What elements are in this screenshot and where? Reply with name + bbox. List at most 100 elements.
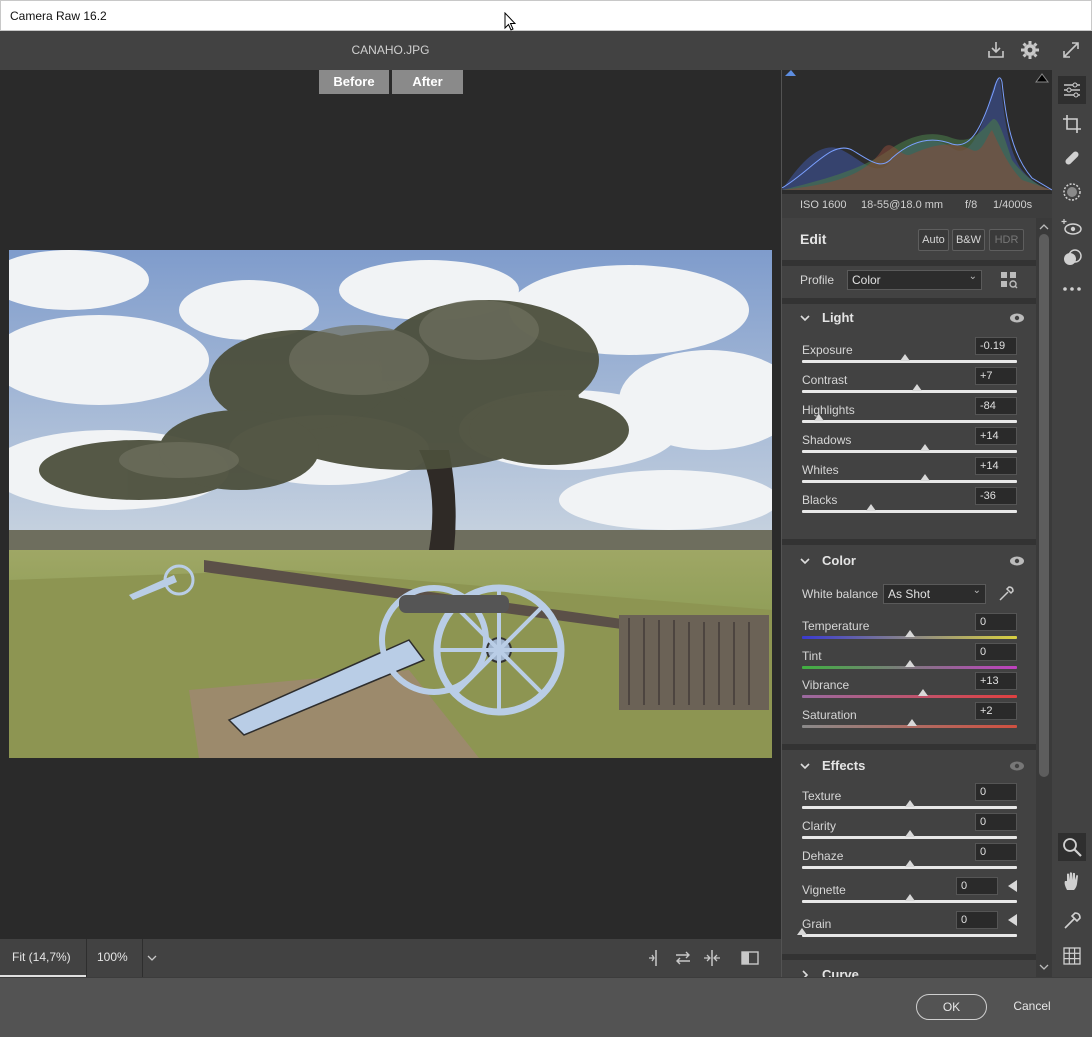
- slider-label: Contrast: [802, 373, 848, 387]
- slider-thumb[interactable]: [904, 830, 915, 837]
- swap-icon[interactable]: [673, 948, 693, 968]
- eye-icon[interactable]: [1009, 312, 1025, 324]
- export-icon[interactable]: [986, 40, 1006, 60]
- bw-button[interactable]: B&W: [952, 229, 985, 251]
- eyedropper-icon[interactable]: [997, 585, 1015, 603]
- divider: [782, 260, 1036, 266]
- hand-icon[interactable]: [1061, 870, 1083, 892]
- slider-row-saturation: Saturation +2: [782, 702, 1036, 738]
- profile-select[interactable]: Color ⌄: [847, 270, 982, 290]
- slider-value-input[interactable]: 0: [975, 783, 1017, 801]
- fullscreen-icon[interactable]: [1061, 40, 1081, 60]
- profile-browser-icon[interactable]: [1000, 271, 1018, 289]
- more-icon[interactable]: [1061, 278, 1083, 300]
- gear-icon[interactable]: [1020, 40, 1040, 60]
- red-eye-icon[interactable]: [1061, 216, 1083, 238]
- chevron-down-icon[interactable]: [800, 556, 810, 566]
- slider-label: Tint: [802, 649, 822, 663]
- slider-value-input[interactable]: -36: [975, 487, 1017, 505]
- slider-value-input[interactable]: +14: [975, 457, 1017, 475]
- slider-thumb[interactable]: [904, 860, 915, 867]
- slider-label: Whites: [802, 463, 839, 477]
- chevron-down-icon[interactable]: [800, 761, 810, 771]
- slider-thumb[interactable]: [919, 474, 930, 481]
- white-balance-value: As Shot: [888, 587, 931, 601]
- scrollbar-thumb[interactable]: [1039, 234, 1049, 777]
- histogram[interactable]: [781, 70, 1053, 194]
- slider-label: Blacks: [802, 493, 838, 507]
- slider-thumb[interactable]: [904, 660, 915, 667]
- slider-value-input[interactable]: 0: [956, 911, 998, 929]
- slider-label: Vibrance: [802, 678, 850, 692]
- chevron-up-icon[interactable]: [1039, 223, 1049, 231]
- slider-value-input[interactable]: +13: [975, 672, 1017, 690]
- slider-track[interactable]: [802, 390, 1017, 393]
- slider-value-input[interactable]: +2: [975, 702, 1017, 720]
- slider-track[interactable]: [802, 420, 1017, 423]
- slider-thumb[interactable]: [904, 894, 915, 901]
- slider-thumb[interactable]: [904, 630, 915, 637]
- slider-thumb[interactable]: [814, 414, 825, 421]
- expand-triangle-icon[interactable]: [1008, 880, 1017, 892]
- grid-icon[interactable]: [1061, 945, 1083, 967]
- chevron-down-icon[interactable]: [800, 313, 810, 323]
- zoom-100-button[interactable]: 100%: [86, 939, 142, 977]
- hdr-button[interactable]: HDR: [989, 229, 1024, 251]
- slider-thumb[interactable]: [906, 719, 917, 726]
- slider-track[interactable]: [802, 510, 1017, 513]
- presets-icon[interactable]: [1061, 247, 1083, 269]
- slider-track[interactable]: [802, 450, 1017, 453]
- chevron-down-icon[interactable]: [1039, 963, 1049, 971]
- ok-button[interactable]: OK: [916, 994, 987, 1020]
- slider-thumb[interactable]: [865, 504, 876, 511]
- masking-icon[interactable]: [1061, 181, 1083, 203]
- zoom-icon[interactable]: [1061, 836, 1083, 858]
- crop-icon[interactable]: [1061, 113, 1083, 135]
- before-tab[interactable]: Before: [319, 70, 389, 94]
- split-view-icon[interactable]: [646, 948, 666, 968]
- slider-value-input[interactable]: -0.19: [975, 337, 1017, 355]
- light-section-title[interactable]: Light: [822, 310, 854, 325]
- chevron-right-icon[interactable]: [800, 970, 810, 977]
- slider-value-input[interactable]: -84: [975, 397, 1017, 415]
- slider-value-input[interactable]: 0: [975, 613, 1017, 631]
- slider-track[interactable]: [802, 934, 1017, 937]
- slider-thumb[interactable]: [900, 354, 911, 361]
- slider-track[interactable]: [802, 480, 1017, 483]
- divider: [782, 954, 1036, 960]
- zoom-dropdown[interactable]: [142, 939, 160, 977]
- before-after-toggle-icon[interactable]: [740, 948, 760, 968]
- photo-preview[interactable]: [9, 250, 772, 758]
- slider-thumb[interactable]: [919, 444, 930, 451]
- copy-settings-icon[interactable]: [702, 948, 722, 968]
- slider-track[interactable]: [802, 695, 1017, 698]
- curve-section-title[interactable]: Curve: [822, 967, 859, 977]
- zoom-fit-button[interactable]: Fit (14,7%): [0, 939, 86, 977]
- cancel-button[interactable]: Cancel: [1003, 994, 1061, 1020]
- eye-icon[interactable]: [1009, 555, 1025, 567]
- color-sampler-icon[interactable]: [1061, 910, 1083, 932]
- effects-section-title[interactable]: Effects: [822, 758, 865, 773]
- color-section-title[interactable]: Color: [822, 553, 856, 568]
- expand-triangle-icon[interactable]: [1008, 914, 1017, 926]
- slider-value-input[interactable]: +7: [975, 367, 1017, 385]
- shadow-clipping-icon[interactable]: [785, 70, 796, 76]
- highlight-clipping-icon[interactable]: [1035, 73, 1049, 83]
- slider-value-input[interactable]: +14: [975, 427, 1017, 445]
- eye-icon[interactable]: [1009, 760, 1025, 772]
- slider-thumb[interactable]: [918, 689, 929, 696]
- edit-sliders-icon[interactable]: [1061, 79, 1083, 101]
- slider-value-input[interactable]: 0: [975, 813, 1017, 831]
- mouse-cursor-icon: [504, 12, 516, 31]
- white-balance-select[interactable]: As Shot ⌄: [883, 584, 986, 604]
- slider-thumb[interactable]: [904, 800, 915, 807]
- slider-value-input[interactable]: 0: [975, 843, 1017, 861]
- after-tab[interactable]: After: [392, 70, 463, 94]
- healing-icon[interactable]: [1061, 147, 1083, 169]
- slider-thumb[interactable]: [912, 384, 923, 391]
- image-viewer[interactable]: Before After: [0, 70, 781, 939]
- auto-button[interactable]: Auto: [918, 229, 949, 251]
- slider-value-input[interactable]: 0: [956, 877, 998, 895]
- slider-value-input[interactable]: 0: [975, 643, 1017, 661]
- slider-thumb[interactable]: [797, 928, 807, 935]
